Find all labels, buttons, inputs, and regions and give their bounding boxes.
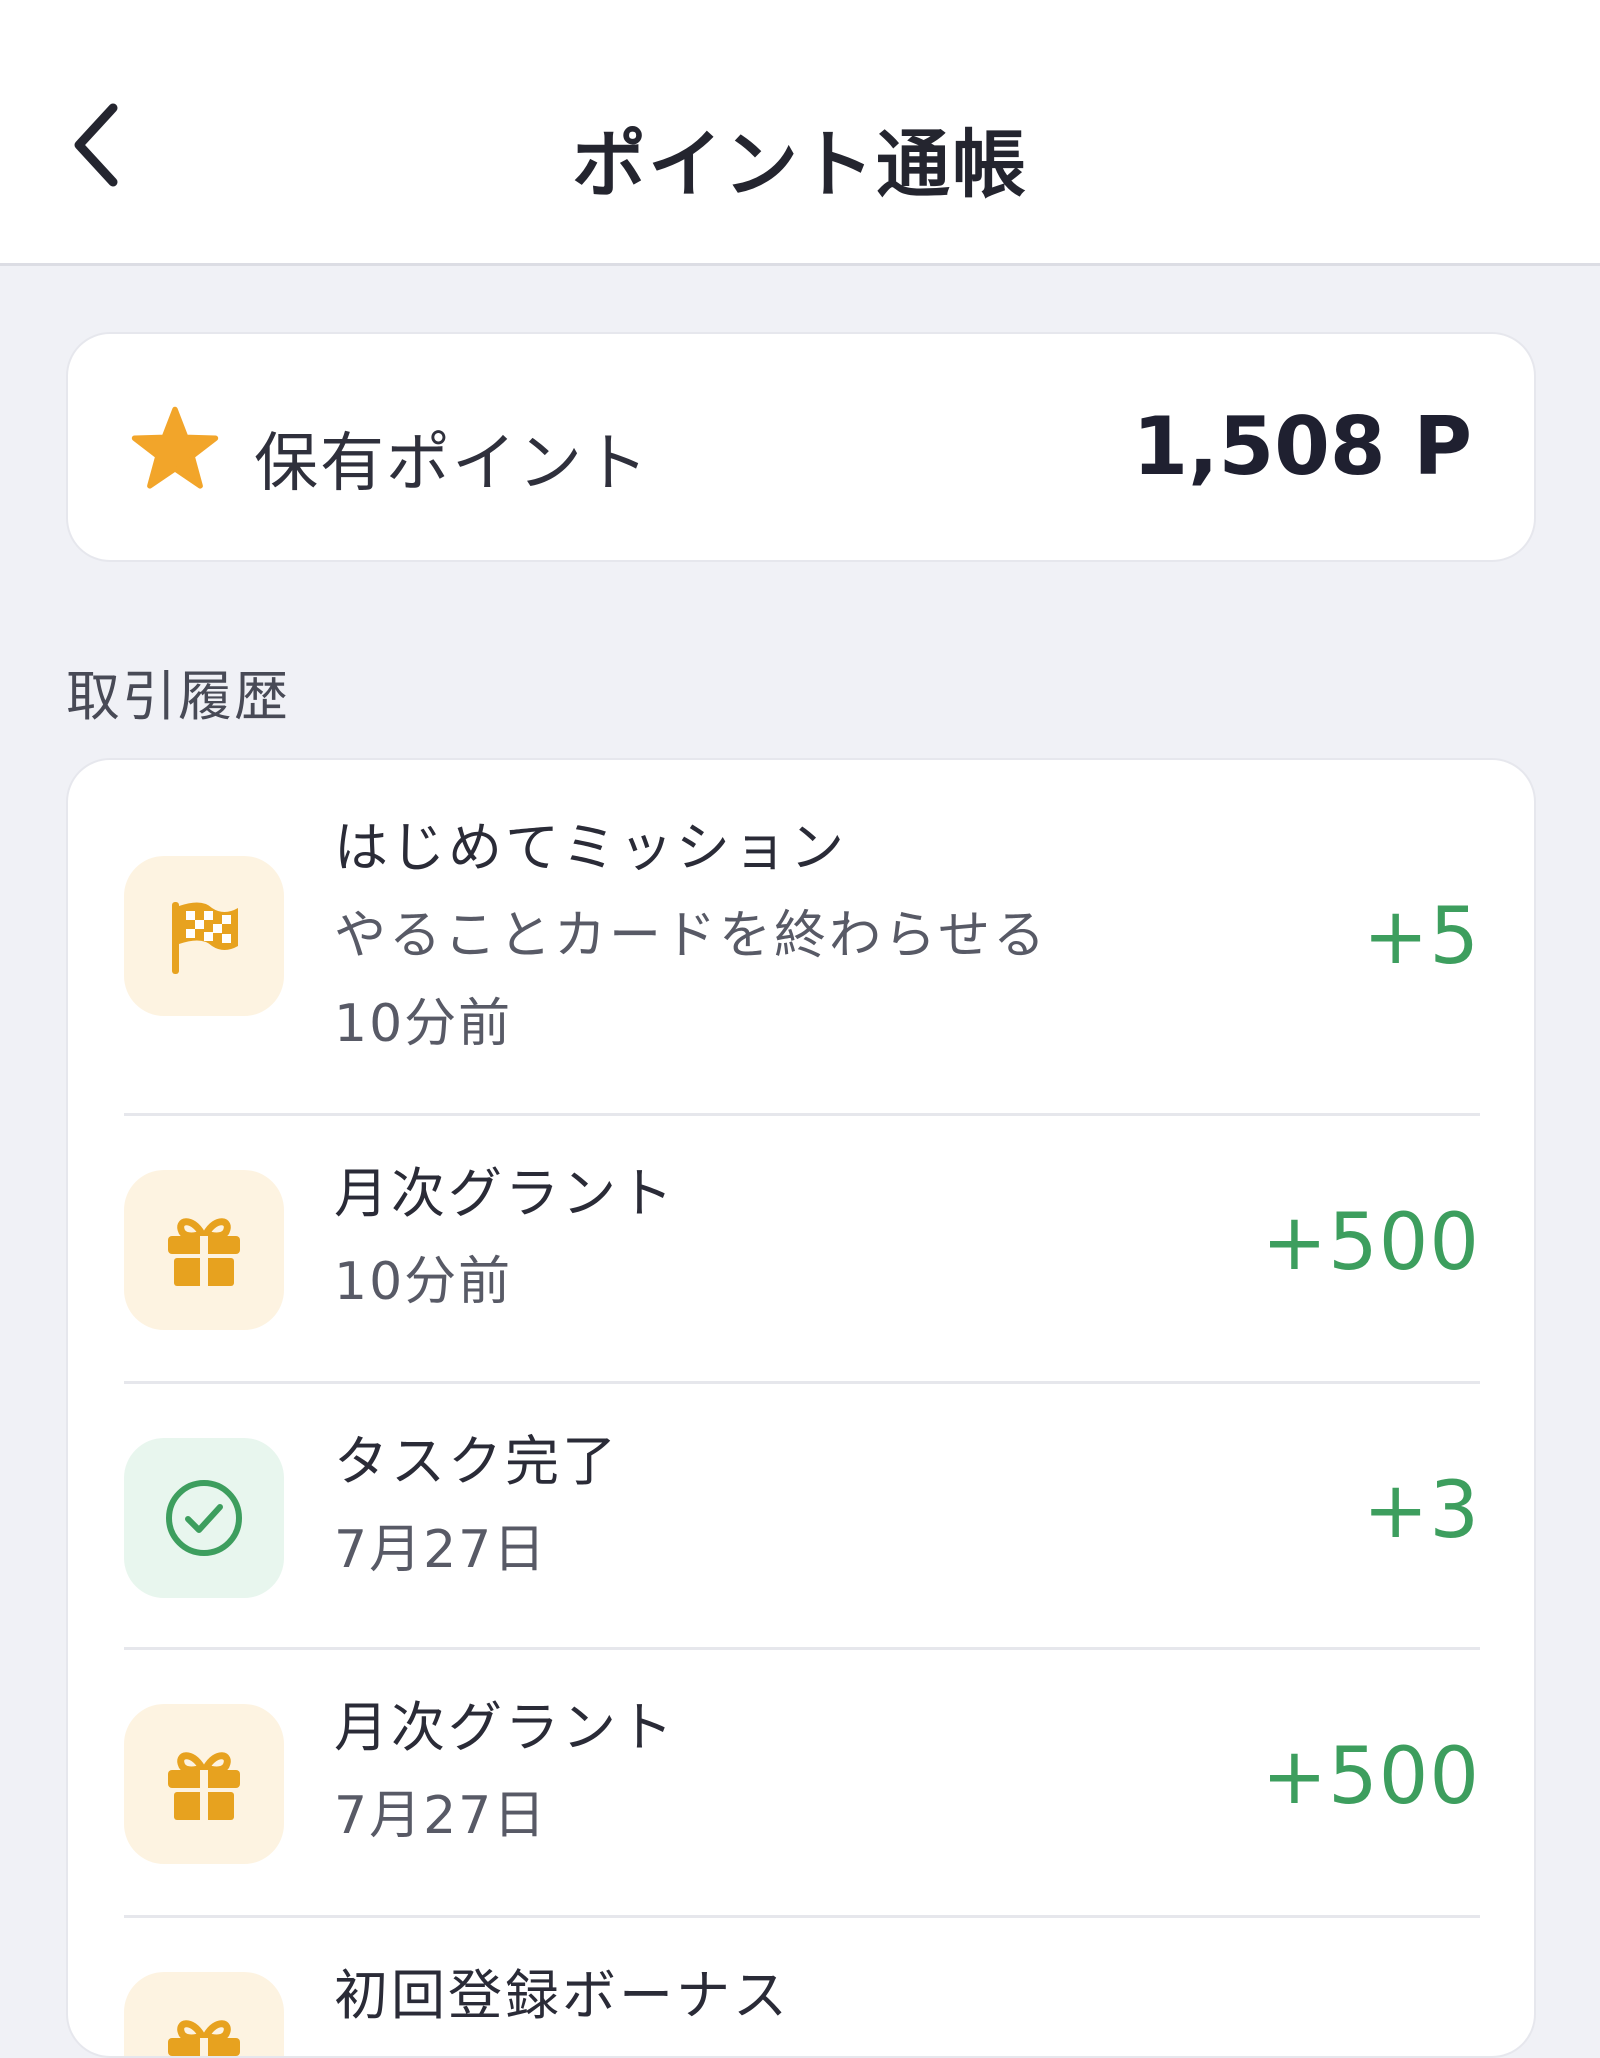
history-item-title: タスク完了 (334, 1430, 619, 1493)
history-item-subtitle: やることカードを終わらせる (334, 906, 1048, 966)
history-item-time: 7月27日 (334, 1520, 548, 1580)
star-icon (131, 406, 219, 489)
check-circle-icon (166, 1480, 242, 1556)
transaction-history-list: はじめてミッション やることカードを終わらせる 10分前 +5 月次グラント 1… (66, 758, 1536, 2058)
history-item-icon-box (124, 1438, 284, 1598)
history-item-amount: +3 (1363, 1466, 1480, 1556)
checkered-flag-icon (172, 902, 238, 974)
history-item[interactable]: はじめてミッション やることカードを終わらせる 10分前 +5 (124, 800, 1480, 1116)
history-item-amount: +500 (1261, 1198, 1480, 1288)
history-item[interactable]: 月次グラント 7月27日 +500 (124, 1650, 1480, 1918)
gift-icon (168, 2020, 240, 2056)
history-item-icon-box (124, 1972, 284, 2056)
history-item-icon-box (124, 1704, 284, 1864)
history-item-time: 10分前 (334, 1252, 513, 1312)
history-item-title: 月次グラント (334, 1696, 676, 1759)
history-item-amount: +5 (1363, 892, 1480, 982)
history-item-title: 月次グラント (334, 1162, 676, 1225)
history-item-time: 7月27日 (334, 1786, 548, 1846)
gift-icon (168, 1752, 240, 1820)
history-item[interactable]: 初回登録ボーナス (124, 1918, 1480, 2056)
history-item-icon-box (124, 856, 284, 1016)
balance-value: 1,508 P (1132, 400, 1472, 493)
history-item-icon-box (124, 1170, 284, 1330)
gift-icon (168, 1218, 240, 1286)
history-item[interactable]: 月次グラント 10分前 +500 (124, 1116, 1480, 1384)
history-item-title: 初回登録ボーナス (334, 1964, 790, 2027)
history-item[interactable]: タスク完了 7月27日 +3 (124, 1384, 1480, 1650)
history-item-amount: +500 (1261, 1732, 1480, 1822)
app-header: ポイント通帳 (0, 0, 1600, 266)
history-item-title: はじめてミッション (334, 816, 847, 879)
points-balance-card: 保有ポイント 1,508 P (66, 332, 1536, 562)
history-section-label: 取引履歴 (66, 665, 290, 728)
history-item-time: 10分前 (334, 994, 513, 1054)
balance-label: 保有ポイント (254, 427, 650, 501)
page-title: ポイント通帳 (572, 122, 1028, 208)
